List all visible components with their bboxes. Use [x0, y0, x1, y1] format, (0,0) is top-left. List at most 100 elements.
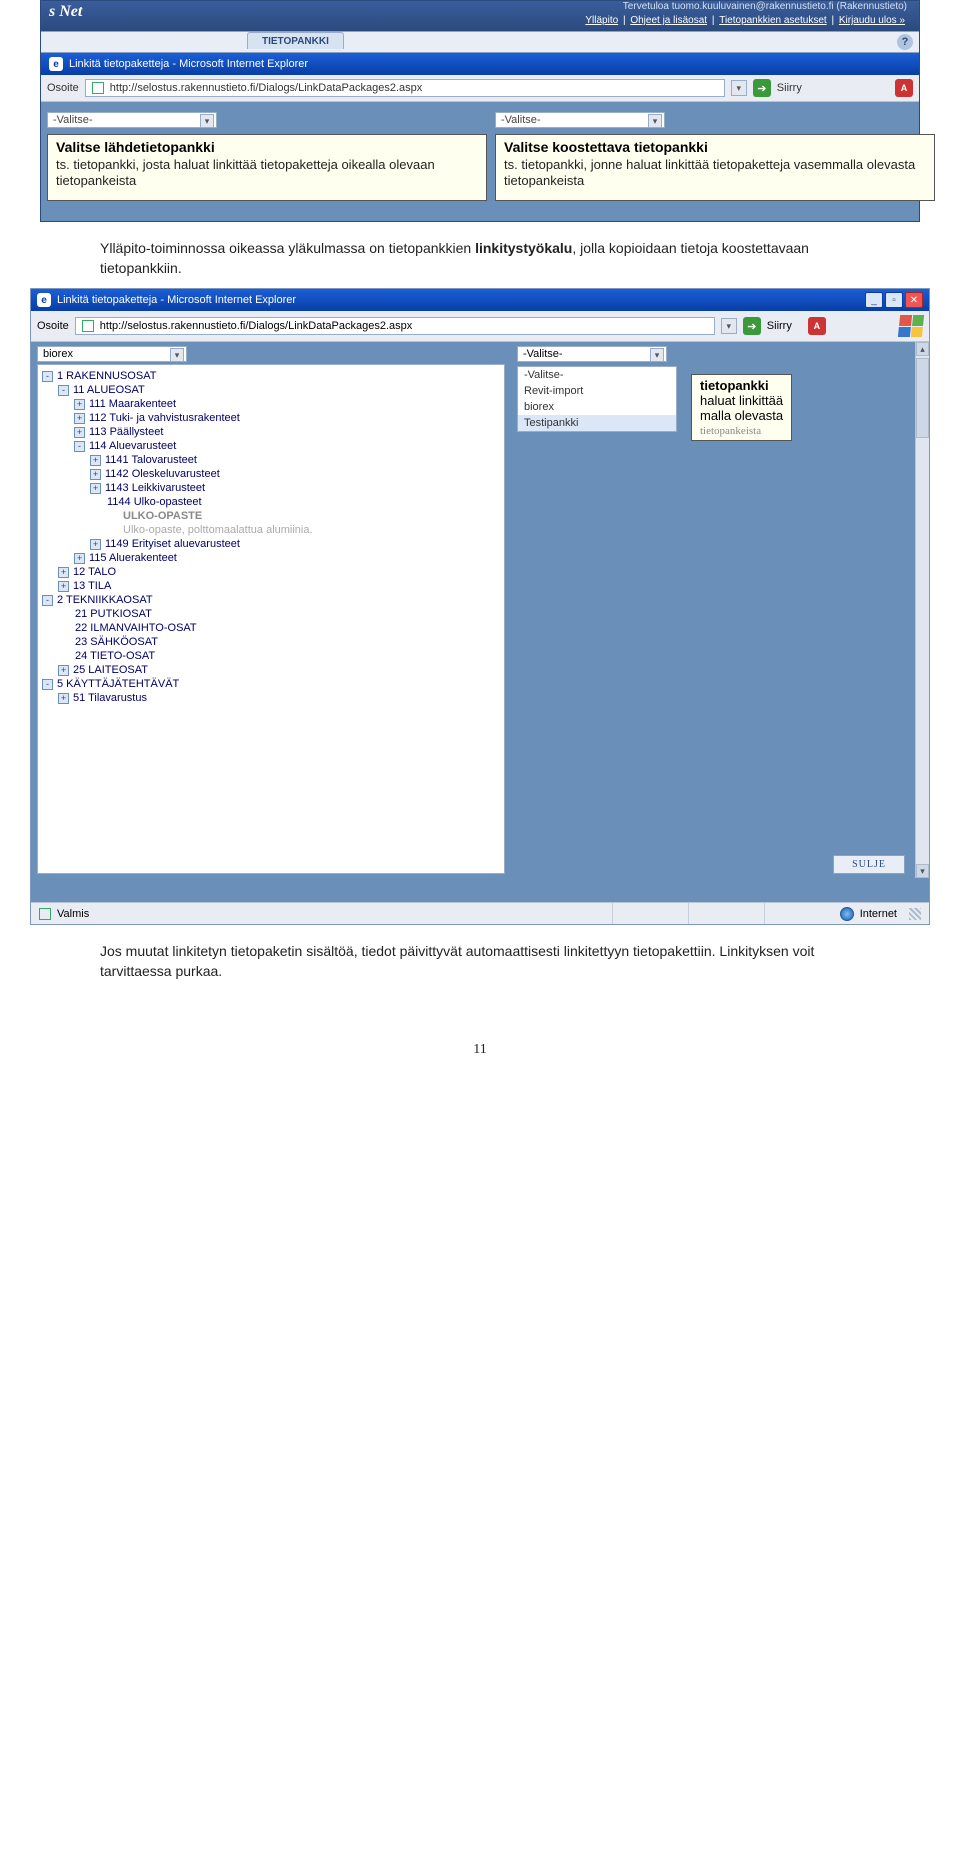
- go-button[interactable]: ➔: [753, 79, 771, 97]
- scroll-up-icon[interactable]: ▴: [916, 342, 929, 356]
- tree-item[interactable]: +13 TILA: [42, 579, 502, 593]
- collapse-icon[interactable]: -: [74, 441, 85, 452]
- scrollbar[interactable]: ▴ ▾: [915, 342, 929, 878]
- expand-icon[interactable]: +: [74, 413, 85, 424]
- dropdown-option[interactable]: Revit-import: [518, 383, 676, 399]
- pdf-icon[interactable]: A: [808, 317, 826, 335]
- expand-icon[interactable]: +: [58, 581, 69, 592]
- expand-icon[interactable]: +: [74, 427, 85, 438]
- tab-tietopankki[interactable]: TIETOPANKKI: [247, 32, 344, 49]
- expand-icon[interactable]: +: [90, 539, 101, 550]
- target-select[interactable]: -Valitse- ▾: [517, 346, 667, 362]
- tree-item[interactable]: -11 ALUEOSAT: [42, 383, 502, 397]
- source-select[interactable]: biorex ▾: [37, 346, 187, 362]
- right-pane: -Valitse- ▾ -Valitse- Revit-import biore…: [511, 342, 929, 902]
- tree-panel: -1 RAKENNUSOSAT-11 ALUEOSAT+111 Maaraken…: [37, 364, 505, 874]
- tree-item[interactable]: +113 Päällysteet: [42, 425, 502, 439]
- maximize-button[interactable]: ▫: [885, 292, 903, 308]
- collapse-icon[interactable]: -: [42, 595, 53, 606]
- pdf-icon[interactable]: A: [895, 79, 913, 97]
- expand-icon[interactable]: +: [90, 455, 101, 466]
- tree-item[interactable]: -1 RAKENNUSOSAT: [42, 369, 502, 383]
- ie-icon: e: [37, 293, 51, 307]
- tree-item[interactable]: 1144 Ulko-opasteet: [42, 495, 502, 509]
- left-column: -Valitse- ▾ Valitse lähdetietopankki ts.…: [47, 112, 487, 201]
- tree-item[interactable]: +112 Tuki- ja vahvistusrakenteet: [42, 411, 502, 425]
- scroll-thumb[interactable]: [916, 358, 929, 438]
- go-button[interactable]: ➔: [743, 317, 761, 335]
- expand-icon[interactable]: +: [74, 553, 85, 564]
- tree-item[interactable]: Ulko-opaste, polttomaalattua alumiinia.: [42, 523, 502, 537]
- ie-status-bar: Valmis Internet: [31, 902, 929, 924]
- ie-title-bar: e Linkitä tietopaketteja - Microsoft Int…: [31, 289, 929, 311]
- tree-item-label: 24 TIETO-OSAT: [75, 650, 155, 662]
- tree-item[interactable]: +1141 Talovarusteet: [42, 453, 502, 467]
- tree-item[interactable]: -5 KÄYTTÄJÄTEHTÄVÄT: [42, 677, 502, 691]
- peek-heading: tietopankki: [700, 378, 783, 393]
- greeting-text: Tervetuloa tuomo.kuuluvainen@rakennustie…: [623, 1, 907, 12]
- tree-item[interactable]: +1143 Leikkivarusteet: [42, 481, 502, 495]
- expand-icon[interactable]: +: [90, 483, 101, 494]
- expand-icon[interactable]: +: [90, 469, 101, 480]
- link-asetukset[interactable]: Tietopankkien asetukset: [719, 15, 826, 26]
- expand-icon[interactable]: +: [58, 693, 69, 704]
- collapse-icon[interactable]: -: [42, 679, 53, 690]
- expand-icon[interactable]: +: [58, 567, 69, 578]
- url-history-dropdown[interactable]: ▾: [721, 318, 737, 334]
- sulje-button[interactable]: SULJE: [833, 855, 905, 874]
- target-card-text: ts. tietopankki, jonne haluat linkittää …: [504, 157, 926, 190]
- tree-item[interactable]: -114 Aluevarusteet: [42, 439, 502, 453]
- tree-item[interactable]: 22 ILMANVAIHTO-OSAT: [42, 621, 502, 635]
- go-label: Siirry: [767, 320, 792, 332]
- scroll-down-icon[interactable]: ▾: [916, 864, 929, 878]
- tree-item[interactable]: +1142 Oleskeluvarusteet: [42, 467, 502, 481]
- dropdown-option-selected[interactable]: Testipankki: [518, 415, 676, 431]
- ie-icon: e: [49, 57, 63, 71]
- collapse-icon[interactable]: -: [42, 371, 53, 382]
- url-text: http://selostus.rakennustieto.fi/Dialogs…: [100, 320, 412, 332]
- tree-item-label: 5 KÄYTTÄJÄTEHTÄVÄT: [57, 678, 179, 690]
- app-banner: s Net Tervetuloa tuomo.kuuluvainen@raken…: [41, 1, 919, 31]
- help-icon[interactable]: ?: [897, 34, 913, 50]
- url-input[interactable]: http://selostus.rakennustieto.fi/Dialogs…: [75, 317, 715, 335]
- target-select-dropdown[interactable]: -Valitse- Revit-import biorex Testipankk…: [517, 366, 677, 432]
- tree-item[interactable]: +25 LAITEOSAT: [42, 663, 502, 677]
- tree-item-label: 2 TEKNIIKKAOSAT: [57, 594, 153, 606]
- target-select[interactable]: -Valitse- ▾: [495, 112, 665, 128]
- url-history-dropdown[interactable]: ▾: [731, 80, 747, 96]
- tree-item[interactable]: +115 Aluerakenteet: [42, 551, 502, 565]
- link-yllapito[interactable]: Ylläpito: [585, 15, 618, 26]
- tree-item[interactable]: -2 TEKNIIKKAOSAT: [42, 593, 502, 607]
- url-input[interactable]: http://selostus.rakennustieto.fi/Dialogs…: [85, 79, 725, 97]
- chevron-down-icon: ▾: [170, 348, 184, 362]
- tree-item[interactable]: 23 SÄHKÖOSAT: [42, 635, 502, 649]
- close-button[interactable]: ✕: [905, 292, 923, 308]
- screenshot-1: s Net Tervetuloa tuomo.kuuluvainen@raken…: [40, 0, 920, 222]
- dropdown-option[interactable]: biorex: [518, 399, 676, 415]
- page-number: 11: [0, 1042, 960, 1058]
- resize-grip-icon[interactable]: [909, 908, 921, 920]
- minimize-button[interactable]: _: [865, 292, 883, 308]
- link-ohjeet[interactable]: Ohjeet ja lisäosat: [630, 15, 707, 26]
- tree-item[interactable]: 21 PUTKIOSAT: [42, 607, 502, 621]
- ie-title-bar: e Linkitä tietopaketteja - Microsoft Int…: [41, 53, 919, 75]
- tree-item[interactable]: +12 TALO: [42, 565, 502, 579]
- collapse-icon[interactable]: -: [58, 385, 69, 396]
- link-logout[interactable]: Kirjaudu ulos »: [839, 15, 905, 26]
- tree-item-label: 25 LAITEOSAT: [73, 664, 148, 676]
- tree-item-label: 22 ILMANVAIHTO-OSAT: [75, 622, 197, 634]
- dropdown-option[interactable]: -Valitse-: [518, 367, 676, 383]
- tree-item[interactable]: ULKO-OPASTE: [42, 509, 502, 523]
- peek-cut: tietopankeista: [700, 425, 783, 437]
- source-select[interactable]: -Valitse- ▾: [47, 112, 217, 128]
- source-card: Valitse lähdetietopankki ts. tietopankki…: [47, 134, 487, 201]
- left-pane: biorex ▾ -1 RAKENNUSOSAT-11 ALUEOSAT+111…: [31, 342, 511, 902]
- tree-item[interactable]: +51 Tilavarustus: [42, 691, 502, 705]
- expand-icon[interactable]: +: [74, 399, 85, 410]
- tree-item[interactable]: +1149 Erityiset aluevarusteet: [42, 537, 502, 551]
- tree-item[interactable]: 24 TIETO-OSAT: [42, 649, 502, 663]
- windows-logo-icon: [898, 315, 924, 337]
- peek-line: malla olevasta: [700, 408, 783, 423]
- expand-icon[interactable]: +: [58, 665, 69, 676]
- tree-item[interactable]: +111 Maarakenteet: [42, 397, 502, 411]
